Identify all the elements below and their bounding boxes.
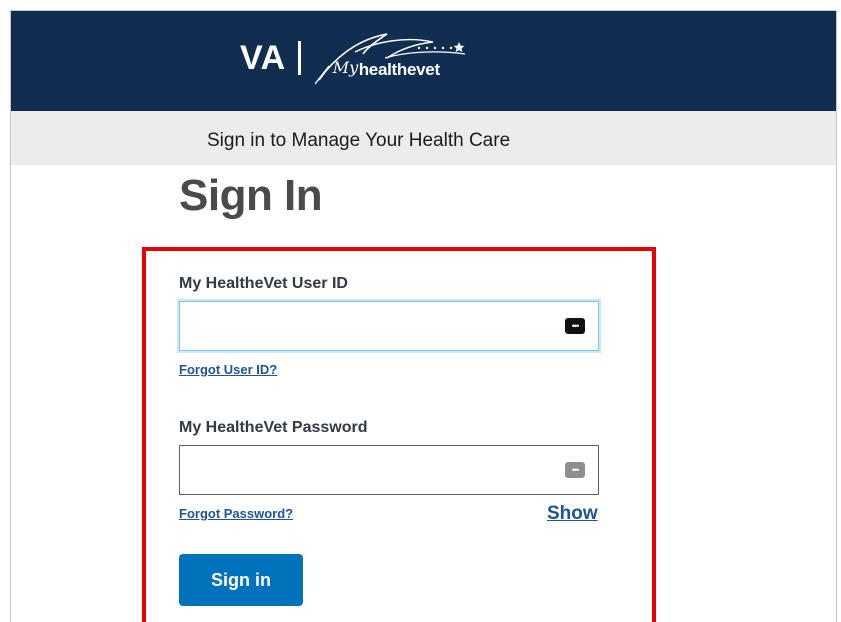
logo-va-text: VA bbox=[240, 38, 286, 77]
password-label: My HealtheVet Password bbox=[179, 419, 368, 436]
browser-viewport: VA My healthevet Sign in to Manage Your … bbox=[10, 10, 837, 622]
page-title: Sign In bbox=[179, 171, 323, 220]
forgot-password-link[interactable]: Forgot Password? bbox=[179, 506, 293, 521]
password-input[interactable] bbox=[179, 445, 599, 495]
logo-divider bbox=[297, 41, 301, 75]
forgot-user-id-link[interactable]: Forgot User ID? bbox=[179, 362, 277, 377]
sign-in-form-highlight: My HealtheVet User ID ••• Forgot User ID… bbox=[142, 247, 656, 622]
user-id-label: My HealtheVet User ID bbox=[179, 275, 348, 292]
user-id-input[interactable] bbox=[179, 301, 599, 351]
logo-my-text: My bbox=[332, 58, 359, 77]
sign-in-button[interactable]: Sign in bbox=[179, 554, 303, 606]
myhealthevet-wordmark: My healthevet bbox=[314, 28, 475, 88]
show-password-link[interactable]: Show bbox=[547, 503, 598, 525]
password-manager-icon[interactable]: ••• bbox=[565, 462, 585, 478]
subheader-bar: Sign in to Manage Your Health Care bbox=[11, 111, 836, 165]
password-manager-icon[interactable]: ••• bbox=[565, 318, 585, 334]
site-header: VA My healthevet bbox=[11, 11, 836, 111]
subheader-title: Sign in to Manage Your Health Care bbox=[207, 130, 511, 151]
va-myhealthevet-logo[interactable]: VA My healthevet bbox=[240, 28, 475, 88]
logo-healthevet-text: healthevet bbox=[358, 60, 440, 79]
